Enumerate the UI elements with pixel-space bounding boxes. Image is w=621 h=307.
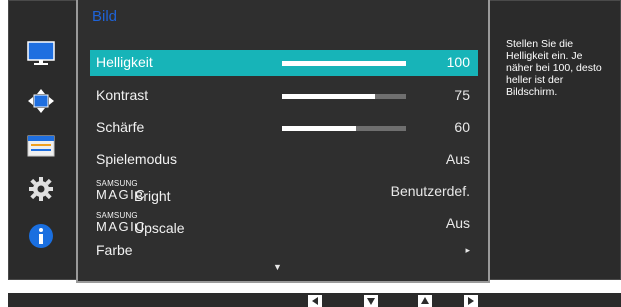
row-value: 100: [446, 54, 470, 70]
monitor-icon[interactable]: [24, 38, 58, 70]
magic-logo-bottom: MAGIC: [96, 219, 147, 234]
osd-sidebar: [8, 0, 76, 280]
menu-row-contrast[interactable]: Kontrast 75: [90, 83, 478, 109]
magic-logo-bottom: MAGIC: [96, 187, 147, 202]
row-value: Benutzerdef.: [390, 183, 470, 199]
menu-row-brightness[interactable]: Helligkeit 100: [90, 50, 478, 76]
row-value: Aus: [445, 151, 470, 167]
contrast-bar: [282, 94, 406, 99]
menu-title: Bild: [92, 8, 118, 25]
submenu-arrow-icon: ▸: [465, 245, 470, 255]
samsung-magic-logo: SAMSUNG MAGIC: [96, 212, 147, 234]
move-arrows-icon[interactable]: [24, 85, 58, 117]
gear-icon[interactable]: [24, 173, 58, 205]
right-arrow-icon[interactable]: [464, 295, 478, 307]
info-icon[interactable]: [24, 220, 58, 252]
brightness-bar-fill: [282, 61, 406, 66]
up-arrow-icon[interactable]: [418, 295, 432, 307]
down-arrow-icon[interactable]: [364, 295, 378, 307]
row-label: Helligkeit: [96, 54, 153, 70]
menu-row-game-mode[interactable]: Spielemodus Aus: [90, 147, 478, 173]
menu-row-magic-bright[interactable]: SAMSUNG MAGIC Bright Benutzerdef.: [90, 179, 478, 205]
contrast-bar-fill: [282, 94, 375, 99]
brightness-bar: [282, 61, 406, 66]
row-label: Kontrast: [96, 87, 149, 103]
picture-menu: Bild Helligkeit 100 Kontrast 75 Schärfe …: [76, 0, 490, 283]
sharpness-bar-fill: [282, 126, 357, 131]
row-value: Aus: [445, 215, 470, 231]
menu-row-sharpness[interactable]: Schärfe 60: [90, 115, 478, 141]
help-description: Stellen Sie die Helligkeit ein. Je näher…: [506, 38, 602, 98]
settings-panel-icon[interactable]: [24, 130, 58, 162]
left-arrow-icon[interactable]: [308, 295, 322, 307]
row-label: Spielemodus: [96, 151, 177, 167]
row-value: 75: [454, 87, 470, 103]
scroll-down-arrow-icon[interactable]: ▼: [273, 262, 282, 272]
samsung-magic-logo: SAMSUNG MAGIC: [96, 180, 147, 202]
row-value: 60: [454, 119, 470, 135]
menu-row-magic-upscale[interactable]: SAMSUNG MAGIC Upscale Aus: [90, 211, 478, 237]
menu-row-color[interactable]: Farbe ▸: [90, 240, 478, 262]
row-label: Schärfe: [96, 119, 145, 135]
row-label: Upscale: [134, 220, 185, 236]
row-label: Bright: [134, 188, 171, 204]
sharpness-bar: [282, 126, 406, 131]
row-label: Farbe: [96, 242, 133, 258]
